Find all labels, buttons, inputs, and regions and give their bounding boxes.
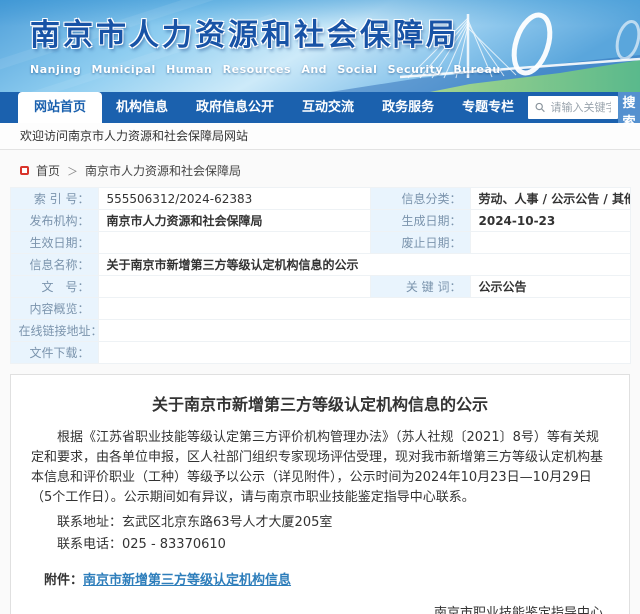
summary-label: 内容概览： xyxy=(10,298,98,320)
file-download-value xyxy=(98,342,630,364)
tab-home[interactable]: 网站首页 xyxy=(18,92,102,123)
doc-number-label: 文 号： xyxy=(10,276,98,298)
online-link-label: 在线链接地址： xyxy=(10,320,98,342)
summary-value xyxy=(98,298,630,320)
search-box xyxy=(528,96,618,119)
attachment-row: 附件：南京市新增第三方等级认定机构信息 xyxy=(31,569,609,588)
signature-org: 南京市职业技能鉴定指导中心 xyxy=(31,602,609,614)
keyword-label: 关 键 词： xyxy=(370,276,470,298)
tab-special-topics[interactable]: 专题专栏 xyxy=(448,92,528,123)
breadcrumb-current: 南京市人力资源和社会保障局 xyxy=(85,162,241,179)
table-row: 发布机构： 南京市人力资源和社会保障局 生成日期： 2024-10-23 xyxy=(10,210,630,232)
table-row: 文 号： 关 键 词： 公示公告 xyxy=(10,276,630,298)
file-download-label: 文件下载： xyxy=(10,342,98,364)
breadcrumb: 首页 ＞ 南京市人力资源和社会保障局 xyxy=(20,162,640,179)
table-row: 内容概览： xyxy=(10,298,630,320)
breadcrumb-separator: ＞ xyxy=(67,163,78,179)
index-number-label: 索 引 号： xyxy=(10,188,98,210)
publisher-label: 发布机构： xyxy=(10,210,98,232)
main-nav: 网站首页 机构信息 政府信息公开 互动交流 政务服务 专题专栏 搜索 xyxy=(0,92,640,123)
site-title: 南京市人力资源和社会保障局 xyxy=(30,10,501,54)
expiry-date-label: 废止日期： xyxy=(370,232,470,254)
article-title: 关于南京市新增第三方等级认定机构信息的公示 xyxy=(31,391,609,415)
info-name-label: 信息名称： xyxy=(10,254,98,276)
tab-org-info[interactable]: 机构信息 xyxy=(102,92,182,123)
doc-number-value xyxy=(98,276,370,298)
contact-address: 联系地址：玄武区北京东路63号人才大厦205室 xyxy=(31,512,609,534)
site-identity: 南京市人力资源和社会保障局 Nanjing Municipal Human Re… xyxy=(30,10,501,76)
table-row: 索 引 号： 555506312/2024-62383 信息分类： 劳动、人事 … xyxy=(10,188,630,210)
search-button[interactable]: 搜索 xyxy=(618,92,640,123)
category-label: 信息分类： xyxy=(370,188,470,210)
effective-date-value xyxy=(98,232,370,254)
header-banner: 南京市人力资源和社会保障局 Nanjing Municipal Human Re… xyxy=(0,0,640,92)
tab-services[interactable]: 政务服务 xyxy=(368,92,448,123)
article-content: 关于南京市新增第三方等级认定机构信息的公示 根据《江苏省职业技能等级认定第三方评… xyxy=(10,374,630,614)
index-number-value: 555506312/2024-62383 xyxy=(98,188,370,210)
search-icon xyxy=(535,101,545,114)
table-row: 生效日期： 废止日期： xyxy=(10,232,630,254)
attachment-label: 附件： xyxy=(44,573,83,588)
table-row: 文件下载： xyxy=(10,342,630,364)
table-row: 在线链接地址： xyxy=(10,320,630,342)
table-row: 信息名称： 关于南京市新增第三方等级认定机构信息的公示 xyxy=(10,254,630,276)
online-link-value xyxy=(98,320,630,342)
effective-date-label: 生效日期： xyxy=(10,232,98,254)
attachment-link[interactable]: 南京市新增第三方等级认定机构信息 xyxy=(83,573,291,588)
document-meta-table: 索 引 号： 555506312/2024-62383 信息分类： 劳动、人事 … xyxy=(10,187,631,364)
publisher-value: 南京市人力资源和社会保障局 xyxy=(98,210,370,232)
home-icon xyxy=(20,166,29,175)
breadcrumb-home[interactable]: 首页 xyxy=(36,162,60,179)
tab-interaction[interactable]: 互动交流 xyxy=(288,92,368,123)
keyword-value: 公示公告 xyxy=(470,276,630,298)
tab-gov-disclosure[interactable]: 政府信息公开 xyxy=(182,92,288,123)
created-date-label: 生成日期： xyxy=(370,210,470,232)
category-value: 劳动、人事 / 公示公告 / 其他 xyxy=(470,188,630,210)
expiry-date-value xyxy=(470,232,630,254)
article-paragraph: 根据《江苏省职业技能等级认定第三方评价机构管理办法》（苏人社规〔2021〕8号）… xyxy=(31,428,609,508)
contact-phone: 联系电话：025 - 83370610 xyxy=(31,534,609,556)
info-name-value: 关于南京市新增第三方等级认定机构信息的公示 xyxy=(98,254,630,276)
created-date-value: 2024-10-23 xyxy=(470,210,630,232)
site-title-english: Nanjing Municipal Human Resources And So… xyxy=(30,63,501,76)
search-input[interactable] xyxy=(550,101,611,114)
welcome-bar: 欢迎访问南京市人力资源和社会保障局网站 xyxy=(0,123,640,150)
